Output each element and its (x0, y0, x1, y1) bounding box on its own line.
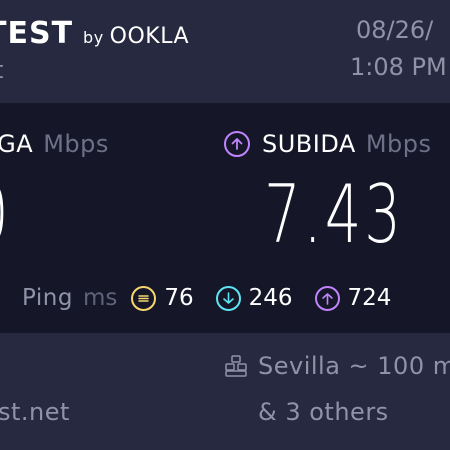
ping-download: 246 (215, 285, 293, 311)
speedtest-logo: TEST by OOKLA (0, 16, 189, 51)
brand-subtitle: t (0, 56, 3, 84)
server-name: Sevilla ~ 100 m (258, 352, 450, 380)
download-latency-icon (215, 285, 241, 311)
other-servers-link[interactable]: & 3 others (258, 398, 389, 426)
upload-speed-value: 7.43 (264, 168, 404, 261)
ping-label: Ping (22, 285, 73, 311)
upload-arrow-circle-icon (224, 131, 250, 157)
result-time: 1:08 PM (350, 53, 447, 81)
download-label: RGA Mbps (0, 130, 109, 158)
upload-unit: Mbps (365, 130, 432, 158)
speedtest-result-screen: TEST by OOKLA t 08/26/ 1:08 PM RGA Mbps S… (0, 0, 450, 450)
ping-unit: ms (82, 285, 118, 311)
idle-latency-icon (131, 285, 157, 311)
download-unit: Mbps (43, 130, 109, 158)
ping-upload-value: 724 (347, 285, 392, 311)
ping-upload: 724 (314, 285, 392, 311)
isp-name: st.net (0, 398, 70, 426)
result-date: 08/26/ (356, 16, 434, 44)
ping-download-value: 246 (248, 285, 293, 311)
header: TEST by OOKLA t 08/26/ 1:08 PM (0, 0, 450, 103)
brand-test-text: TEST (0, 16, 74, 51)
brand-by-text: by (83, 28, 104, 47)
download-label-text: RGA (0, 130, 34, 158)
upload-label: SUBIDA Mbps (224, 130, 432, 158)
server-icon (225, 355, 247, 377)
upload-label-text: SUBIDA (262, 130, 356, 158)
upload-latency-icon (314, 285, 340, 311)
brand-ookla-text: OOKLA (109, 24, 190, 49)
ping-idle-value: 76 (164, 285, 194, 311)
ping-idle: 76 (131, 285, 194, 311)
server-info[interactable]: Sevilla ~ 100 m (224, 352, 450, 380)
download-speed-value: 0 (0, 168, 12, 261)
ping-row: Ping ms 76 246 724 (22, 283, 391, 313)
